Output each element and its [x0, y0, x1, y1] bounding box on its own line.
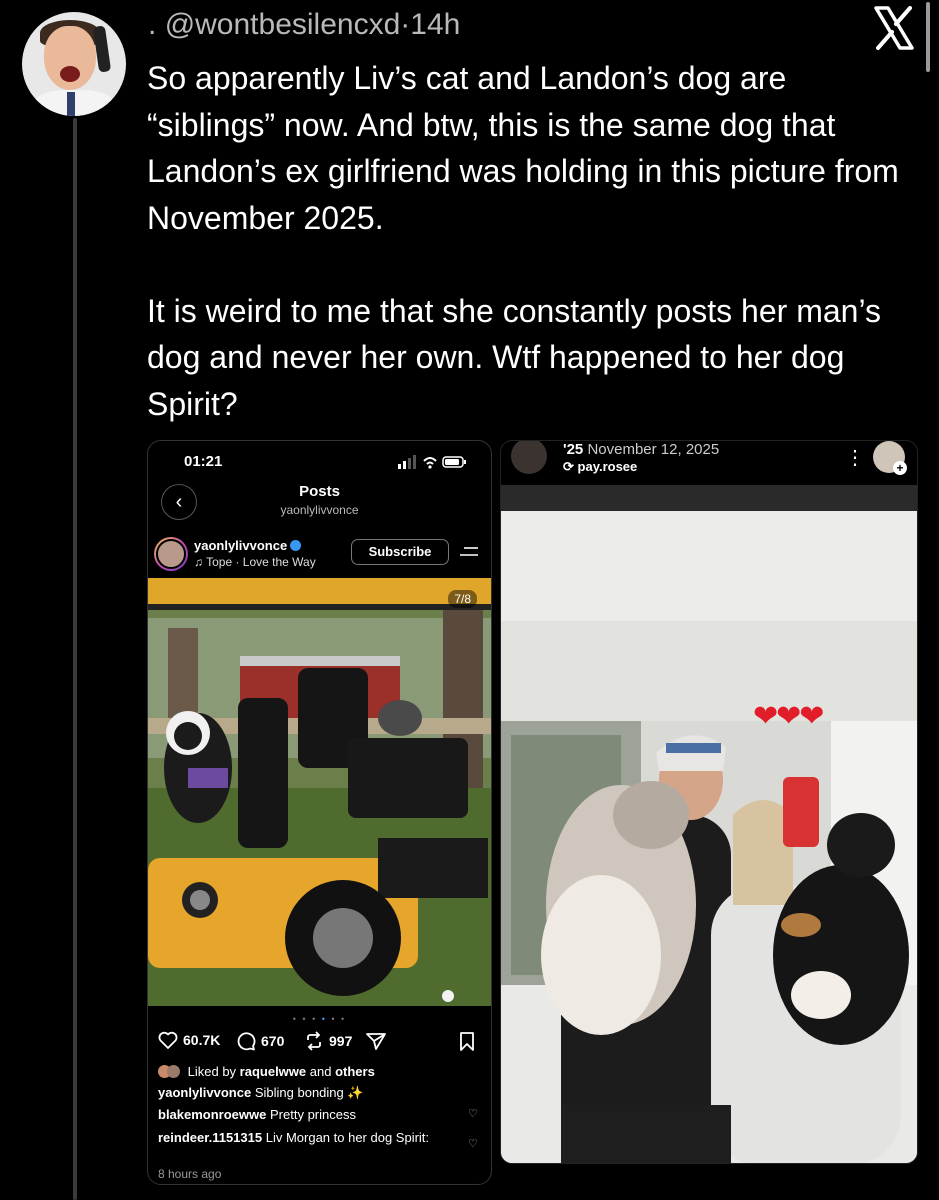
liked-by-avatars [158, 1065, 184, 1078]
couple-with-dogs-photo [501, 485, 917, 1163]
repost-label[interactable]: ⟳ pay.rosee [563, 459, 637, 475]
profile-avatar[interactable] [154, 537, 188, 571]
posts-title: Posts [299, 483, 340, 500]
repost-count: 997 [329, 1033, 353, 1049]
post-username[interactable]: yaonlylivvonce [194, 538, 302, 553]
comment-row: blakemonroewwe Pretty princess [158, 1107, 356, 1122]
handle-prefix: . [148, 8, 157, 41]
repost-action[interactable]: 997 [304, 1031, 352, 1051]
posts-subtitle: yaonlylivvonce [280, 503, 359, 517]
instagram-post-screenshot: 01:21 ‹ Posts yaonlylivvonce yaonlylivvo… [147, 440, 492, 1185]
like-count: 60.7K [183, 1032, 221, 1048]
more-options-icon[interactable]: ⋮ [845, 445, 865, 470]
author-avatar[interactable] [22, 12, 126, 116]
author-handle[interactable]: @wontbesilencxd [165, 8, 401, 41]
carousel-dots: • • • • • • [292, 1014, 347, 1024]
story-date: '25 November 12, 2025 [563, 441, 720, 458]
liked-by[interactable]: Liked by raquelwwe and others [158, 1064, 375, 1079]
comment-action[interactable]: 670 [236, 1031, 284, 1051]
comment-icon [237, 1032, 256, 1051]
comment-like-icon[interactable]: ♡ [468, 1137, 478, 1150]
like-action[interactable]: 60.7K [158, 1031, 220, 1049]
golf-cart-photo [148, 578, 491, 1006]
separator-dot: · [400, 8, 411, 41]
story-screenshot: '25 November 12, 2025 ⟳ pay.rosee ⋮ + ❤❤… [500, 440, 918, 1164]
send-icon[interactable] [366, 1032, 386, 1050]
scrollbar[interactable] [926, 2, 930, 72]
status-icons [398, 455, 466, 469]
comment-like-icon[interactable]: ♡ [468, 1107, 478, 1120]
comment-count: 670 [261, 1033, 285, 1049]
x-logo-icon [874, 6, 914, 50]
repost-icon: ⟳ [563, 459, 574, 474]
heart-icon [158, 1031, 178, 1049]
tweet-time: 14h [410, 8, 461, 41]
post-photo[interactable]: 7/8 [148, 578, 491, 1006]
post-caption: yaonlylivvonce Sibling bonding ✨ [158, 1085, 364, 1100]
add-icon[interactable]: + [893, 461, 907, 475]
mirror-selfie-photo[interactable]: ❤❤❤ [501, 485, 917, 1163]
thread-line [73, 118, 77, 1200]
tweet-header: . @wontbesilencxd·14h [148, 8, 460, 42]
story-avatar[interactable] [511, 441, 547, 474]
subscribe-button[interactable]: Subscribe [351, 539, 449, 565]
bookmark-icon[interactable] [459, 1032, 475, 1051]
hearts-sticker: ❤❤❤ [753, 700, 824, 733]
photo-counter: 7/8 [448, 590, 477, 608]
status-time: 01:21 [184, 453, 223, 470]
tweet-text: So apparently Liv’s cat and Landon’s dog… [147, 60, 899, 422]
music-label[interactable]: ♫ Tope · Love the Way [194, 555, 316, 569]
action-bar: 60.7K 670 997 [158, 1029, 483, 1053]
repost-icon [307, 1031, 321, 1051]
comment-row: reindeer.1151315 Liv Morgan to her dog S… [158, 1130, 430, 1145]
verified-icon [290, 540, 302, 551]
post-timestamp: 8 hours ago [158, 1167, 222, 1181]
menu-icon[interactable] [460, 545, 478, 559]
